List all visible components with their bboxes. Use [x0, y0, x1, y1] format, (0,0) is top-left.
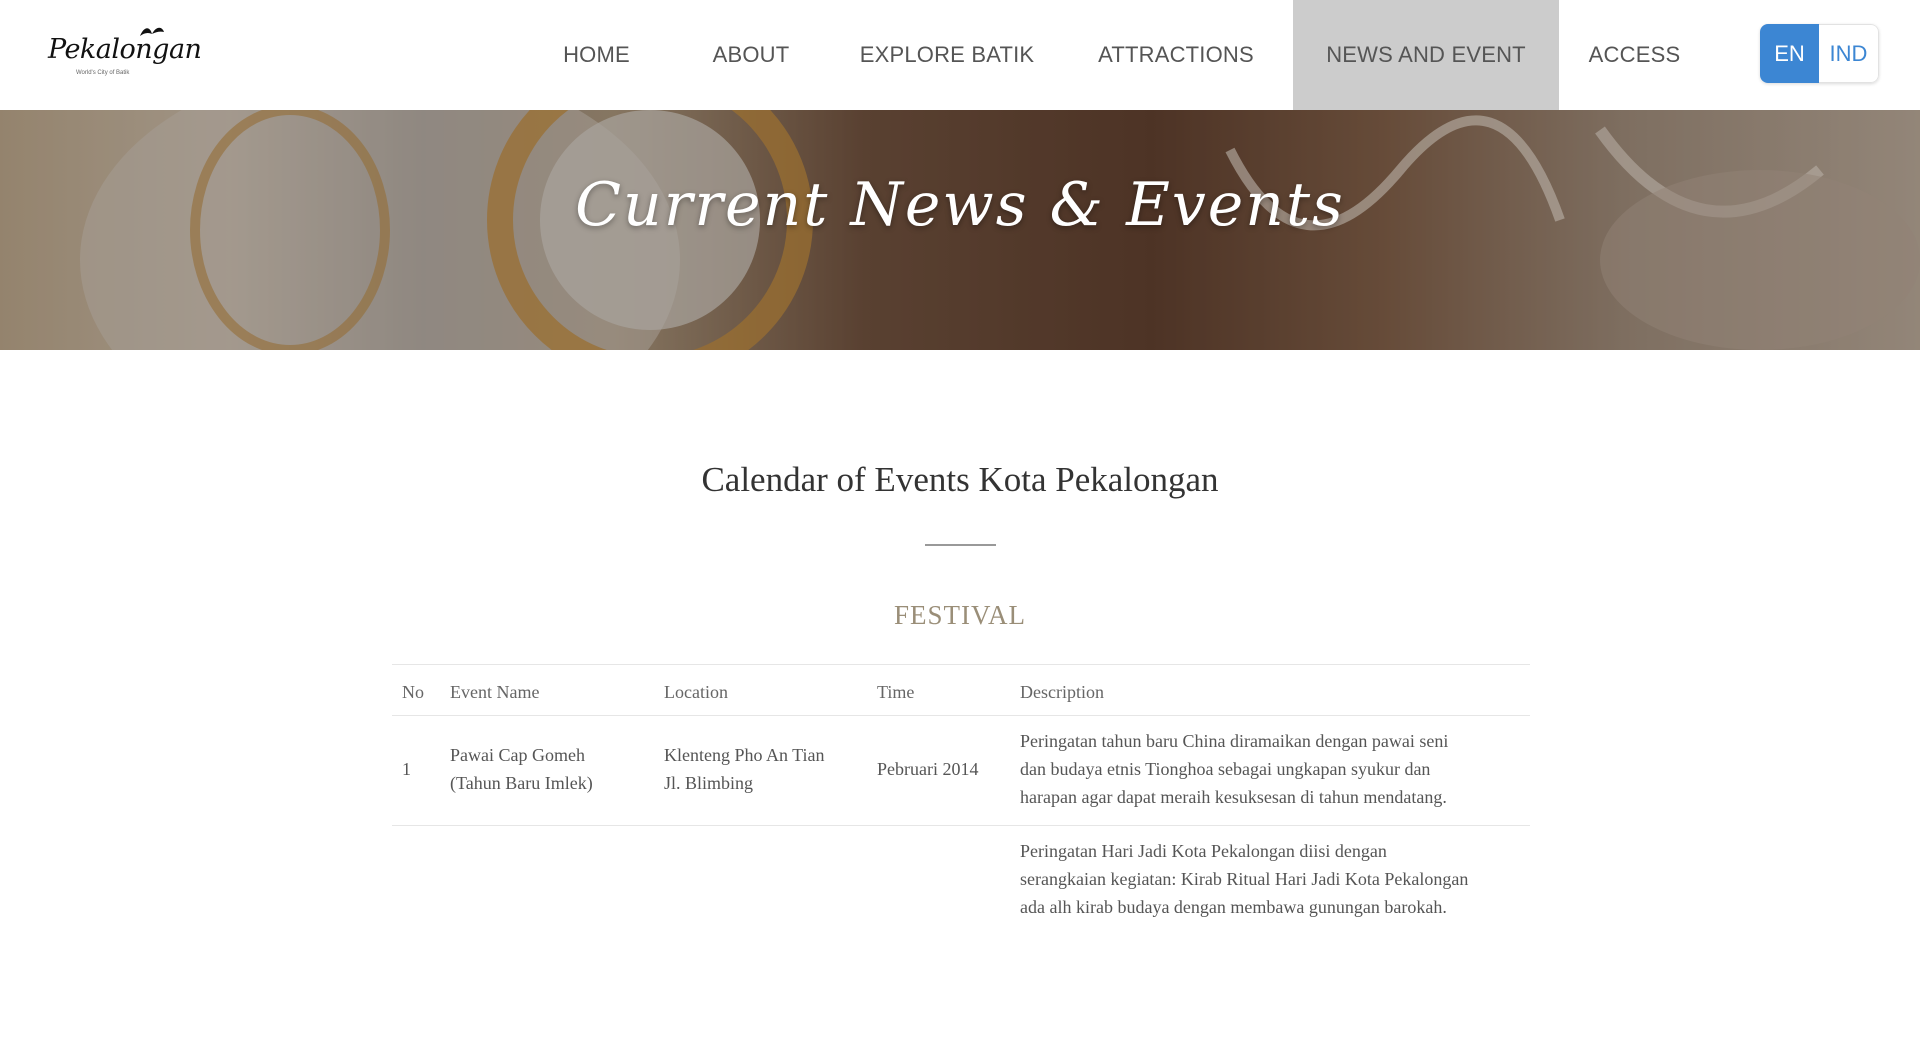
cell-description: Peringatan tahun baru China diramaikan d… [1020, 727, 1530, 811]
events-table: No Event Name Location Time Description … [392, 664, 1530, 936]
cell-no: 1 [402, 759, 411, 779]
nav-explore-batik[interactable]: EXPLORE BATIK [856, 0, 1038, 110]
header-description: Description [1020, 682, 1104, 702]
header-no: No [402, 682, 424, 702]
nav-access[interactable]: ACCESS [1582, 0, 1687, 110]
cell-time: Pebruari 2014 [877, 759, 979, 779]
description-line: dan budaya etnis Tionghoa sebagai ungkap… [1020, 759, 1431, 779]
description-line: Peringatan tahun baru China diramaikan d… [1020, 731, 1449, 751]
nav-about[interactable]: ABOUT [696, 0, 806, 110]
event-name-line: (Tahun Baru Imlek) [450, 773, 593, 793]
description-line: serangkaian kegiatan: Kirab Ritual Hari … [1020, 869, 1469, 889]
description-line: ada alh kirab budaya dengan membawa gunu… [1020, 897, 1447, 917]
table-row: 1 Pawai Cap Gomeh (Tahun Baru Imlek) Kle… [392, 716, 1530, 826]
logo-tagline: World's City of Batik [76, 70, 130, 76]
page-title: Calendar of Events Kota Pekalongan [701, 460, 1219, 499]
leaf-icon [140, 27, 164, 36]
table-header: No Event Name Location Time Description [392, 664, 1530, 716]
description-line: Peringatan Hari Jadi Kota Pekalongan dii… [1020, 841, 1387, 861]
description-line: harapan agar dapat meraih kesuksesan di … [1020, 787, 1447, 807]
header-time: Time [877, 682, 915, 702]
event-name-line: Pawai Cap Gomeh [450, 745, 585, 765]
cell-description: Peringatan Hari Jadi Kota Pekalongan dii… [1020, 837, 1530, 921]
language-switcher: EN IND [1760, 24, 1879, 83]
header-event-name: Event Name [450, 682, 540, 702]
hero-banner: Current News & Events [0, 110, 1920, 350]
nav-attractions[interactable]: ATTRACTIONS [1086, 0, 1266, 110]
header-location: Location [664, 682, 728, 702]
category-heading: FESTIVAL [893, 600, 1027, 630]
nav-home[interactable]: HOME [540, 0, 653, 110]
lang-en-button[interactable]: EN [1760, 24, 1819, 83]
nav-news-and-event[interactable]: NEWS AND EVENT [1293, 0, 1559, 110]
title-divider [925, 544, 996, 546]
site-header: Pekalongan World's City of Batik HOME AB… [0, 0, 1920, 110]
table-row: Peringatan Hari Jadi Kota Pekalongan dii… [392, 826, 1530, 936]
banner-title: Current News & Events [575, 170, 1345, 240]
cell-event-name: Pawai Cap Gomeh (Tahun Baru Imlek) [450, 741, 593, 797]
lang-ind-button[interactable]: IND [1819, 24, 1879, 83]
location-line: Klenteng Pho An Tian [664, 745, 825, 765]
location-line: Jl. Blimbing [664, 773, 754, 793]
cell-location: Klenteng Pho An Tian Jl. Blimbing [664, 741, 825, 797]
logo-text: Pekalongan [48, 34, 202, 65]
pekalongan-logo[interactable]: Pekalongan World's City of Batik [48, 24, 202, 86]
